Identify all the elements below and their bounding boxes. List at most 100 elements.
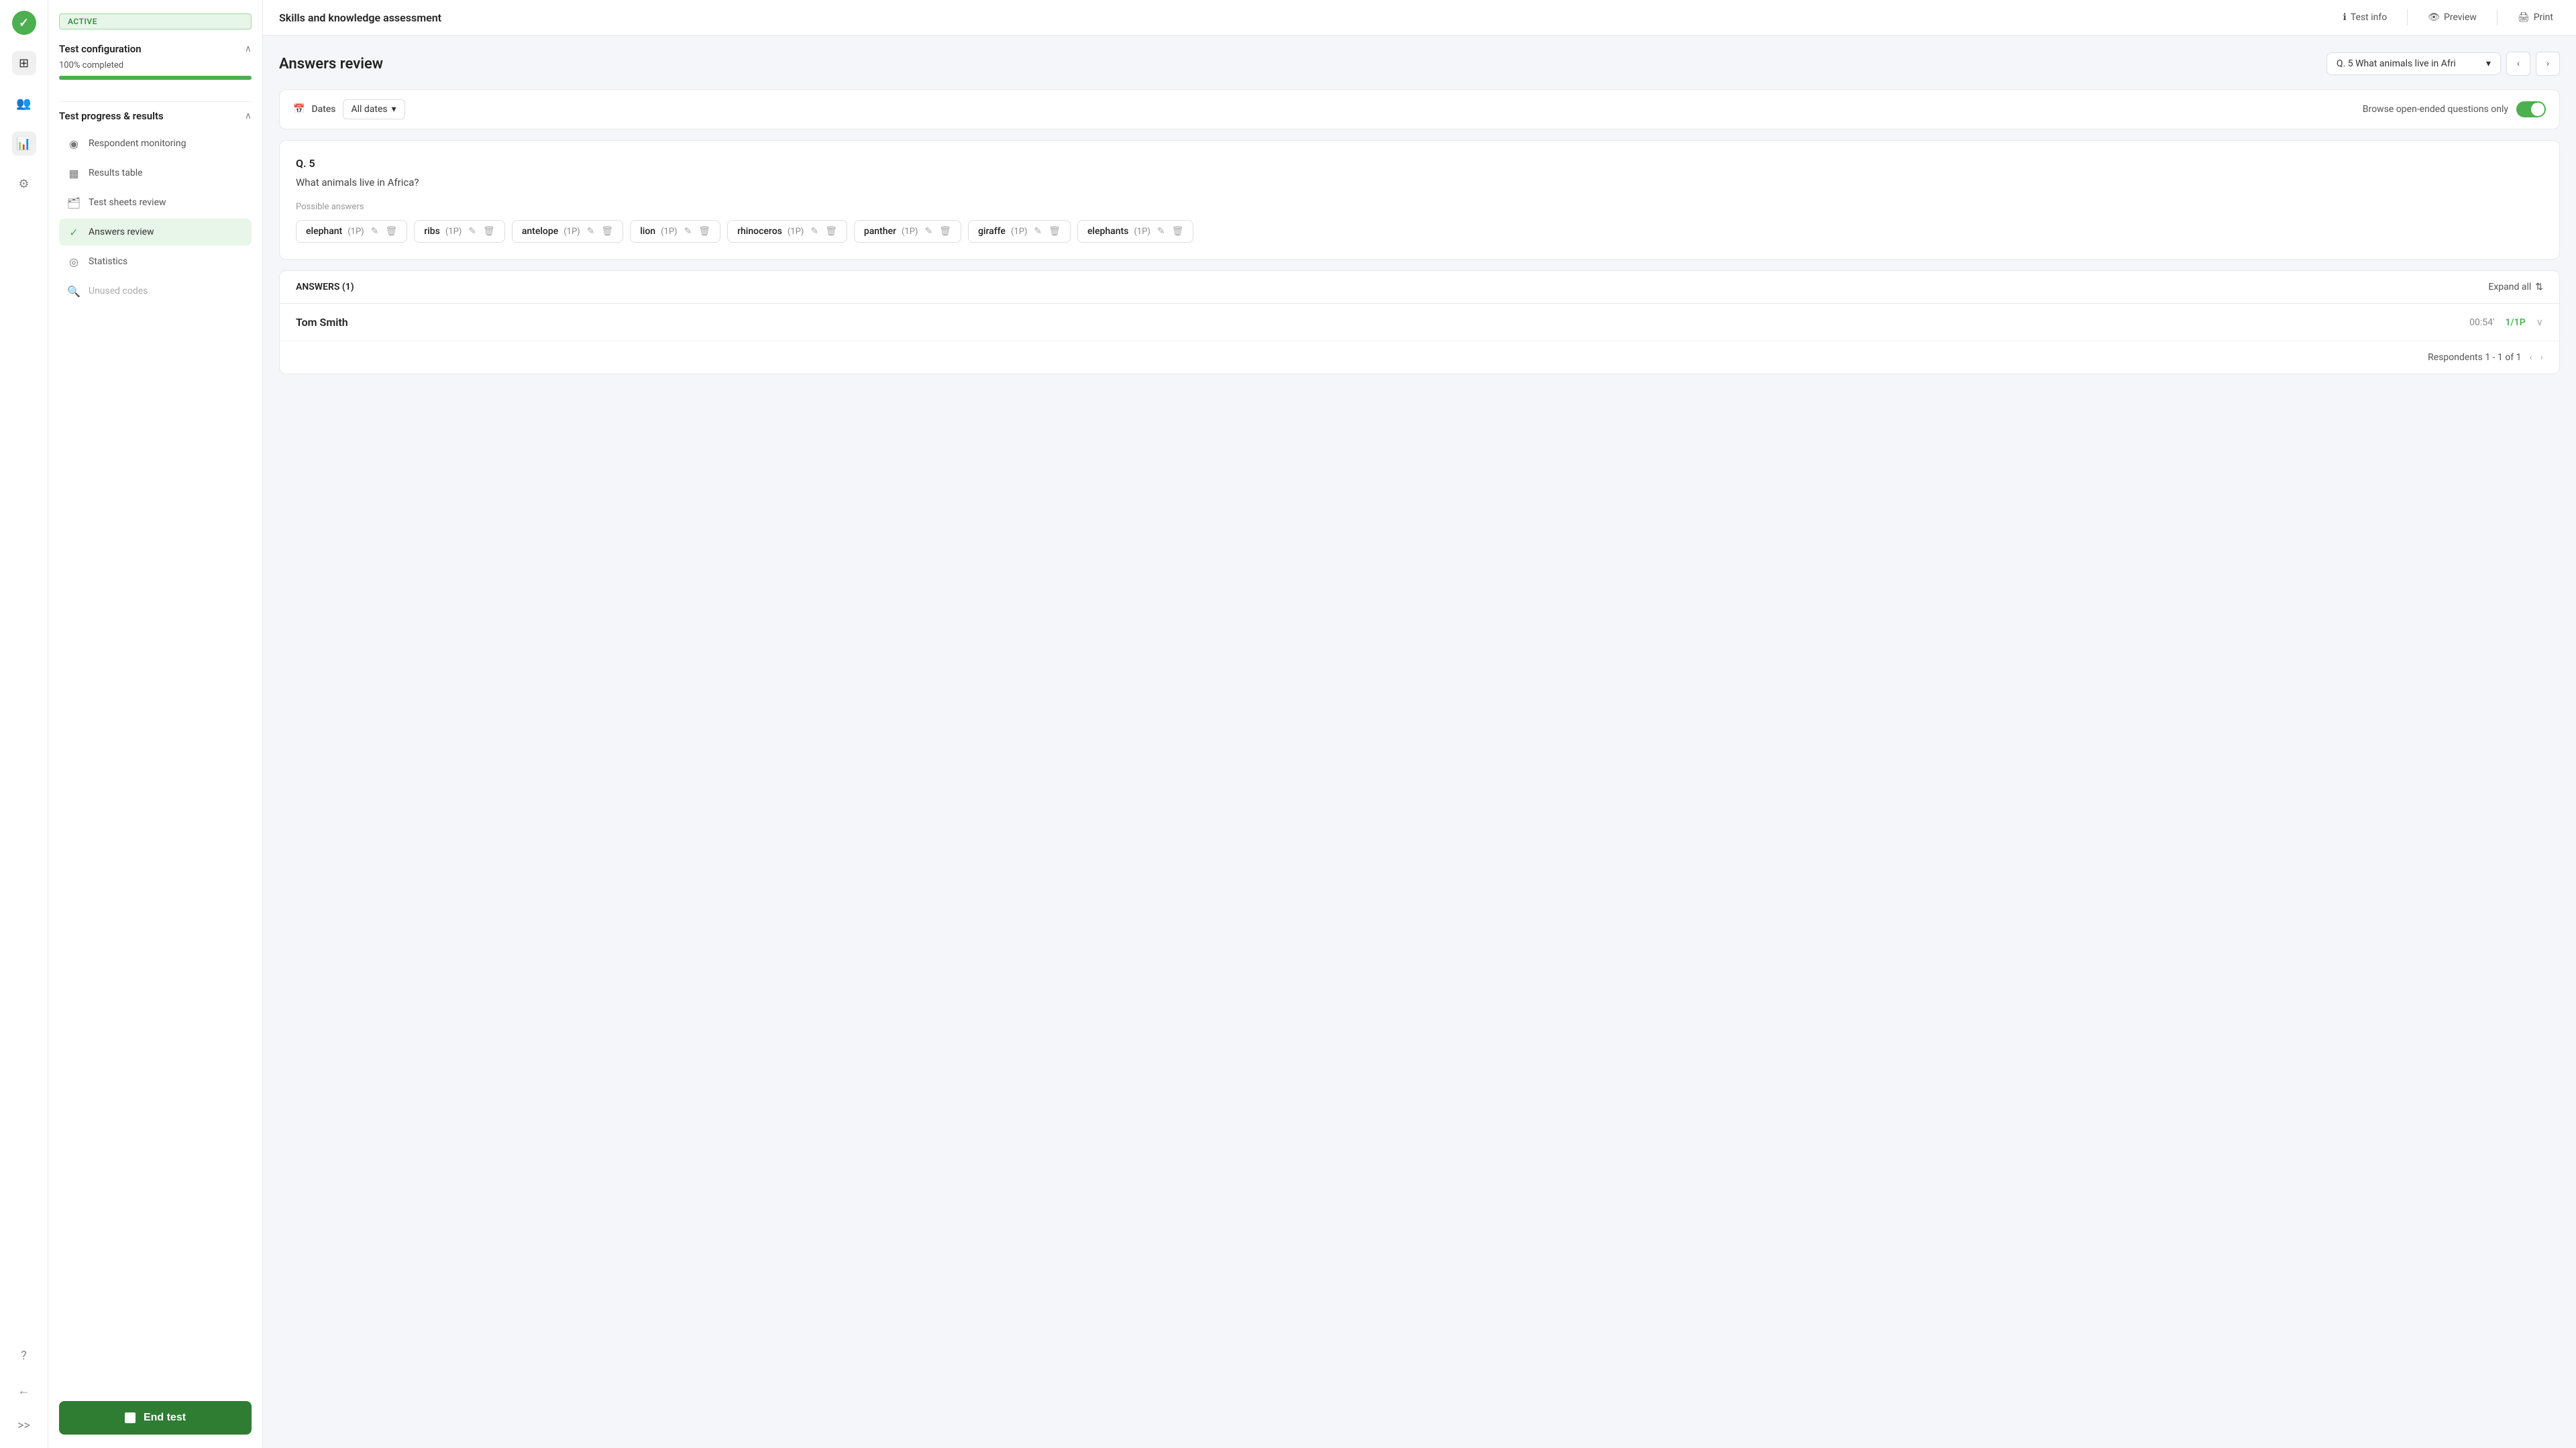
logo-icon: ✓ <box>19 16 29 30</box>
dates-label: Dates <box>311 104 335 115</box>
nav-item-respondent-monitoring[interactable]: ◉ Respondent monitoring <box>59 130 252 157</box>
table-row: Tom Smith 00:54' 1/1P ∨ <box>280 304 2559 341</box>
answer-name-rhinoceros: rhinoceros <box>737 226 782 237</box>
content-area: Answers review Q. 5 What animals live in… <box>263 36 2576 1448</box>
edit-panther-icon[interactable]: ✎ <box>924 226 932 237</box>
nav-items: ◉ Respondent monitoring ▦ Results table … <box>59 130 252 304</box>
answers-count-badge: (1) <box>342 282 354 292</box>
answer-chip-giraffe: giraffe (1P) ✎ 🗑 <box>968 220 1071 243</box>
respondent-monitoring-icon: ◉ <box>67 137 80 150</box>
answer-points-antelope: (1P) <box>564 227 580 237</box>
respondent-monitoring-label: Respondent monitoring <box>89 138 186 149</box>
left-panel: ACTIVE Test configuration ∧ 100% complet… <box>48 0 263 1448</box>
edit-giraffe-icon[interactable]: ✎ <box>1034 226 1042 237</box>
test-configuration-section[interactable]: Test configuration ∧ <box>59 43 252 55</box>
answer-name-antelope: antelope <box>522 226 558 237</box>
answers-count: ANSWERS (1) <box>296 282 354 292</box>
nav-item-test-sheets-review[interactable]: 🗂 Test sheets review <box>59 189 252 216</box>
edit-elephants-icon[interactable]: ✎ <box>1157 226 1165 237</box>
sidebar-icon-settings[interactable]: ⚙ <box>12 172 36 196</box>
answer-name-panther: panther <box>864 226 896 237</box>
print-action[interactable]: 🖨 Print <box>2511 8 2560 27</box>
edit-antelope-icon[interactable]: ✎ <box>587 226 595 237</box>
respondent-score: 1/1P <box>2505 317 2525 328</box>
test-sheets-review-label: Test sheets review <box>89 197 166 208</box>
delete-lion-icon[interactable]: 🗑 <box>698 226 710 237</box>
delete-elephants-icon[interactable]: 🗑 <box>1172 226 1184 237</box>
active-badge: ACTIVE <box>59 13 252 30</box>
delete-giraffe-icon[interactable]: 🗑 <box>1049 226 1061 237</box>
answers-header-label: ANSWERS <box>296 282 339 292</box>
answers-review-label: Answers review <box>89 227 154 237</box>
answers-chips: elephant (1P) ✎ 🗑 ribs (1P) ✎ 🗑 antelope… <box>296 220 2543 243</box>
edit-rhinoceros-icon[interactable]: ✎ <box>810 226 818 237</box>
edit-elephant-icon[interactable]: ✎ <box>371 226 379 237</box>
delete-ribs-icon[interactable]: 🗑 <box>483 226 495 237</box>
dates-chevron: ▾ <box>392 104 396 115</box>
delete-elephant-icon[interactable]: 🗑 <box>385 226 397 237</box>
pagination-prev-icon[interactable]: ‹ <box>2530 352 2532 363</box>
sidebar-icon-users[interactable]: 👥 <box>12 91 36 115</box>
calendar-icon: 📅 <box>293 104 305 115</box>
answer-points-rhinoceros: (1P) <box>788 227 804 237</box>
edit-ribs-icon[interactable]: ✎ <box>468 226 476 237</box>
sidebar-icon-expand[interactable]: >> <box>12 1413 36 1437</box>
topbar-divider-2 <box>2497 9 2498 25</box>
open-ended-filter: Browse open-ended questions only <box>2363 101 2546 117</box>
sidebar-icon-grid[interactable]: ⊞ <box>12 51 36 75</box>
preview-icon: 👁 <box>2428 12 2440 23</box>
sidebar: ✓ ⊞ 👥 📊 ⚙ ? ← >> <box>0 0 48 1448</box>
respondent-expand-icon[interactable]: ∨ <box>2536 317 2543 328</box>
delete-antelope-icon[interactable]: 🗑 <box>601 226 613 237</box>
answers-section: ANSWERS (1) Expand all ⇅ Tom Smith 00:54… <box>279 270 2560 374</box>
test-config-chevron: ∧ <box>245 44 252 54</box>
answer-chip-elephant: elephant (1P) ✎ 🗑 <box>296 220 407 243</box>
dates-value: All dates <box>352 104 388 115</box>
test-info-action[interactable]: ℹ Test info <box>2337 8 2394 27</box>
topbar-actions: ℹ Test info 👁 Preview 🖨 Print <box>2337 8 2560 27</box>
test-progress-section: Test progress & results ∧ <box>59 110 252 122</box>
filter-bar: 📅 Dates All dates ▾ Browse open-ended qu… <box>279 89 2560 129</box>
nav-item-statistics[interactable]: ◎ Statistics <box>59 248 252 275</box>
nav-item-unused-codes[interactable]: 🔍 Unused codes <box>59 278 252 304</box>
question-next-button[interactable]: › <box>2536 52 2560 76</box>
respondent-name: Tom Smith <box>296 316 348 329</box>
end-test-button[interactable]: End test <box>59 1401 252 1435</box>
answer-points-lion: (1P) <box>661 227 677 237</box>
print-label: Print <box>2534 12 2553 23</box>
dates-select[interactable]: All dates ▾ <box>343 99 405 119</box>
nav-item-results-table[interactable]: ▦ Results table <box>59 160 252 186</box>
edit-lion-icon[interactable]: ✎ <box>684 226 692 237</box>
question-prev-button[interactable]: ‹ <box>2506 52 2530 76</box>
answer-chip-elephants: elephants (1P) ✎ 🗑 <box>1077 220 1193 243</box>
question-selector: Q. 5 What animals live in Afri ▾ ‹ › <box>2326 52 2560 76</box>
question-dropdown-value: Q. 5 What animals live in Afri <box>2337 58 2456 69</box>
page-title: Skills and knowledge assessment <box>279 11 441 24</box>
app-logo[interactable]: ✓ <box>12 11 36 35</box>
expand-all-button[interactable]: Expand all ⇅ <box>2488 282 2543 292</box>
progress-bar-background <box>59 76 252 80</box>
possible-answers-label: Possible answers <box>296 202 2543 212</box>
pagination-next-icon[interactable]: › <box>2540 352 2543 363</box>
sidebar-icon-help[interactable]: ? <box>12 1343 36 1368</box>
test-configuration-title: Test configuration <box>59 43 142 55</box>
test-progress-chevron[interactable]: ∧ <box>245 111 252 121</box>
topbar-divider-1 <box>2407 9 2408 25</box>
delete-panther-icon[interactable]: 🗑 <box>939 226 951 237</box>
sidebar-icon-back[interactable]: ← <box>12 1378 36 1402</box>
pagination-text: Respondents 1 - 1 of 1 <box>2428 352 2521 363</box>
nav-item-answers-review[interactable]: ✓ Answers review <box>59 219 252 245</box>
preview-action[interactable]: 👁 Preview <box>2421 8 2483 27</box>
delete-rhinoceros-icon[interactable]: 🗑 <box>825 226 837 237</box>
open-ended-label: Browse open-ended questions only <box>2363 104 2508 115</box>
respondent-time: 00:54' <box>2469 317 2494 328</box>
question-dropdown-chevron: ▾ <box>2486 58 2491 69</box>
print-icon: 🖨 <box>2518 12 2530 23</box>
open-ended-toggle[interactable] <box>2516 101 2546 117</box>
sidebar-icon-chart[interactable]: 📊 <box>12 131 36 156</box>
question-dropdown[interactable]: Q. 5 What animals live in Afri ▾ <box>2326 52 2501 75</box>
pagination: Respondents 1 - 1 of 1 ‹ › <box>280 341 2559 374</box>
test-progress-title: Test progress & results <box>59 110 164 122</box>
answer-points-giraffe: (1P) <box>1011 227 1027 237</box>
answers-section-header: ANSWERS (1) Expand all ⇅ <box>280 271 2559 304</box>
